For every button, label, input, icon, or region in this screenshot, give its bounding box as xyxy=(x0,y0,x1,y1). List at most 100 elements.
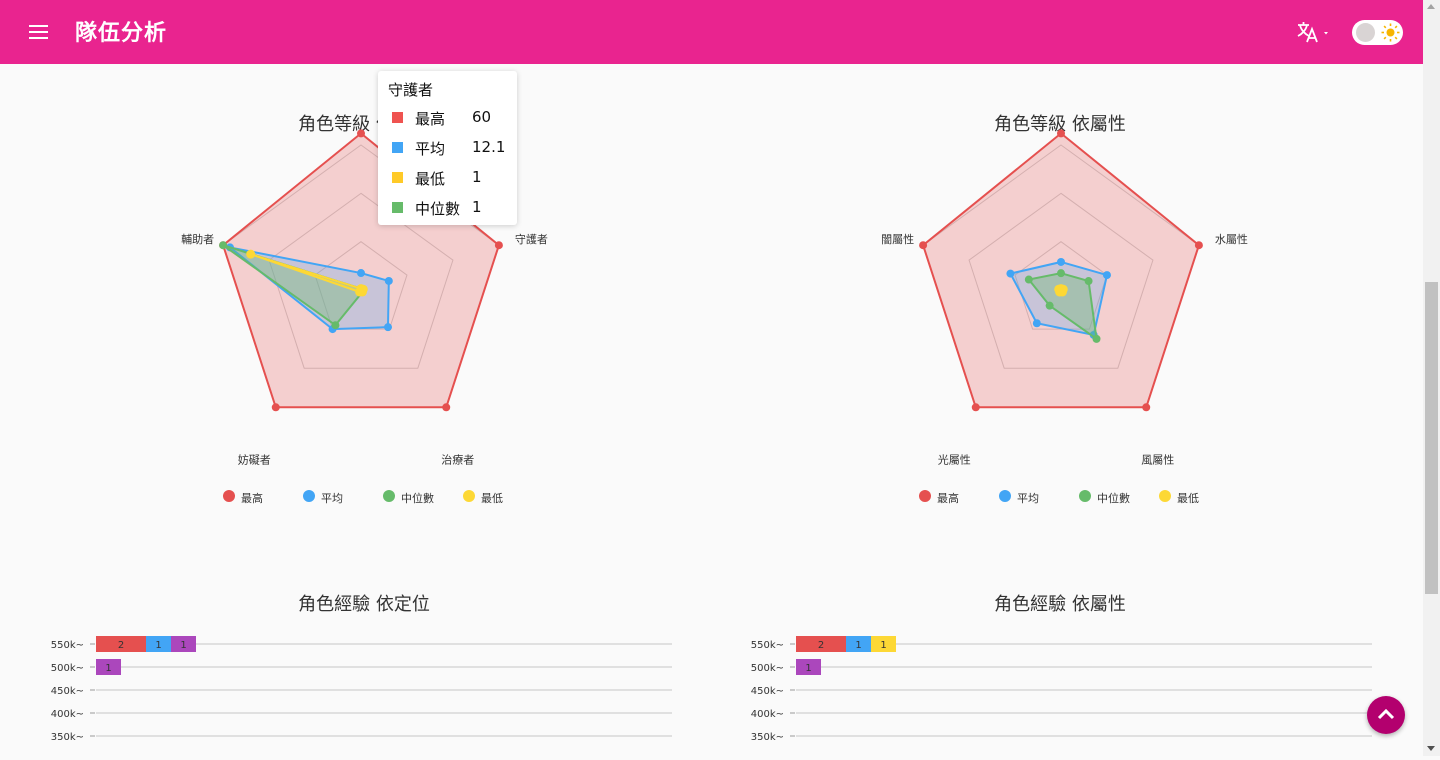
tooltip-row: 中位數 1 xyxy=(392,198,512,218)
radar-point[interactable] xyxy=(1057,129,1065,138)
scroll-down-arrow-icon[interactable] xyxy=(1427,746,1435,751)
bar-axis-label: 500k~ xyxy=(51,663,84,674)
chart-tooltip: 守護者 最高 60 平均 12.1 最低 1 中位數 1 xyxy=(378,71,517,225)
bar-axis-label: 450k~ xyxy=(751,686,784,697)
tooltip-value: 12.1 xyxy=(472,138,506,156)
radar-series xyxy=(1054,284,1068,297)
radar-point[interactable] xyxy=(1084,277,1093,286)
legend-label: 平均 xyxy=(321,492,343,505)
legend-dot xyxy=(223,490,235,502)
bar-value-label: 1 xyxy=(155,640,161,651)
legend-level-by-element: 最高 平均 中位數 最低 xyxy=(919,488,1319,506)
radar-point[interactable] xyxy=(1142,403,1151,412)
legend-level-by-role: 最高 平均 中位數 最低 xyxy=(223,488,623,506)
radar-point[interactable] xyxy=(219,241,228,250)
legend-label: 平均 xyxy=(1017,492,1039,505)
radar-point[interactable] xyxy=(246,249,256,259)
tooltip-swatch xyxy=(392,112,403,123)
radar-point[interactable] xyxy=(1045,301,1054,310)
bar-chart-exp-by-role[interactable]: 550k~ 2 1 1 500k~ 1 450k~ 400k~ 350k~ xyxy=(0,620,700,760)
bar-axis-label: 550k~ xyxy=(51,640,84,651)
tooltip-value: 1 xyxy=(472,198,482,216)
radar-point[interactable] xyxy=(383,323,392,332)
tooltip-row: 最高 60 xyxy=(392,108,512,128)
bar-axis-label: 350k~ xyxy=(751,732,784,743)
radar-point[interactable] xyxy=(271,403,280,412)
scroll-thumb[interactable] xyxy=(1425,282,1438,594)
legend-dot xyxy=(1159,490,1171,502)
legend-label: 中位數 xyxy=(401,492,434,505)
legend-label: 中位數 xyxy=(1097,492,1130,505)
legend-dot xyxy=(1079,490,1091,502)
tooltip-label: 平均 xyxy=(415,140,446,158)
tooltip-value: 60 xyxy=(472,108,492,126)
radar-chart-level-by-element[interactable]: 水屬性風屬性 光屬性 闇屬性 xyxy=(700,0,1400,560)
radar-point[interactable] xyxy=(494,241,503,250)
tooltip-swatch xyxy=(392,172,403,183)
tooltip-label: 最低 xyxy=(415,170,446,188)
radar-axis-label: 水屬性 xyxy=(1215,232,1248,246)
radar-point[interactable] xyxy=(1006,269,1015,278)
radar-chart-level-by-role[interactable]: 守護者治療者 妨礙者 輔助者 xyxy=(0,0,700,560)
chart-title-exp-by-role: 角色經驗 依定位 xyxy=(298,594,430,615)
radar-point[interactable] xyxy=(355,287,365,297)
radar-axis-label: 光屬性 xyxy=(938,452,971,466)
bar-value-label: 1 xyxy=(180,640,186,651)
bar-axis-label: 500k~ xyxy=(751,663,784,674)
radar-point[interactable] xyxy=(971,403,980,412)
legend-dot xyxy=(999,490,1011,502)
legend-dot xyxy=(919,490,931,502)
radar-point[interactable] xyxy=(442,403,451,412)
tooltip-swatch xyxy=(392,142,403,153)
radar-axis-label: 治療者 xyxy=(441,452,474,466)
bar-chart-exp-by-element[interactable]: 550k~ 2 1 1 500k~ 1 450k~ 400k~ 350k~ xyxy=(700,620,1400,760)
bar-axis-label: 450k~ xyxy=(51,686,84,697)
radar-point[interactable] xyxy=(1057,257,1065,266)
tooltip-swatch xyxy=(392,202,403,213)
page-scrollbar[interactable] xyxy=(1423,0,1440,756)
tooltip-label: 中位數 xyxy=(415,200,461,218)
radar-point[interactable] xyxy=(357,269,365,278)
bar-value-label: 1 xyxy=(105,663,111,674)
radar-axis-label: 風屬性 xyxy=(1141,452,1174,466)
tooltip-value: 1 xyxy=(472,168,482,186)
bar-axis-label: 400k~ xyxy=(751,709,784,720)
bar-value-label: 2 xyxy=(818,640,824,651)
radar-point[interactable] xyxy=(1024,275,1033,284)
radar-point[interactable] xyxy=(919,241,928,250)
radar-point[interactable] xyxy=(331,321,340,330)
radar-point[interactable] xyxy=(1057,269,1065,278)
bar-value-label: 1 xyxy=(805,663,811,674)
radar-axis-label: 守護者 xyxy=(515,232,548,246)
radar-point[interactable] xyxy=(1032,319,1041,328)
chevron-up-icon xyxy=(1377,708,1395,720)
tooltip-row: 平均 12.1 xyxy=(392,138,512,158)
legend-label: 最低 xyxy=(1177,492,1199,505)
radar-point[interactable] xyxy=(1102,271,1111,280)
legend-label: 最高 xyxy=(241,492,263,505)
radar-point[interactable] xyxy=(1092,334,1101,343)
chart-title-exp-by-element: 角色經驗 依屬性 xyxy=(994,594,1126,615)
radar-point[interactable] xyxy=(384,276,393,285)
radar-point[interactable] xyxy=(1054,284,1064,294)
legend-dot xyxy=(303,490,315,502)
bar-axis-label: 400k~ xyxy=(51,709,84,720)
bar-axis-label: 550k~ xyxy=(751,640,784,651)
bar-value-label: 2 xyxy=(118,640,124,651)
legend-label: 最低 xyxy=(481,492,503,505)
legend-dot xyxy=(463,490,475,502)
radar-axis-label: 妨礙者 xyxy=(238,452,271,466)
legend-label: 最高 xyxy=(937,492,959,505)
radar-point[interactable] xyxy=(1194,241,1203,250)
tooltip-title: 守護者 xyxy=(388,81,434,99)
radar-point[interactable] xyxy=(357,129,365,138)
bar-axis-label: 350k~ xyxy=(51,732,84,743)
radar-axis-label: 闇屬性 xyxy=(881,232,914,246)
bar-value-label: 1 xyxy=(880,640,886,651)
bar-value-label: 1 xyxy=(855,640,861,651)
scroll-to-top-button[interactable] xyxy=(1367,696,1405,734)
legend-dot xyxy=(383,490,395,502)
radar-axis-label: 輔助者 xyxy=(181,232,214,246)
tooltip-label: 最高 xyxy=(415,110,446,128)
scroll-up-arrow-icon[interactable] xyxy=(1427,4,1435,9)
